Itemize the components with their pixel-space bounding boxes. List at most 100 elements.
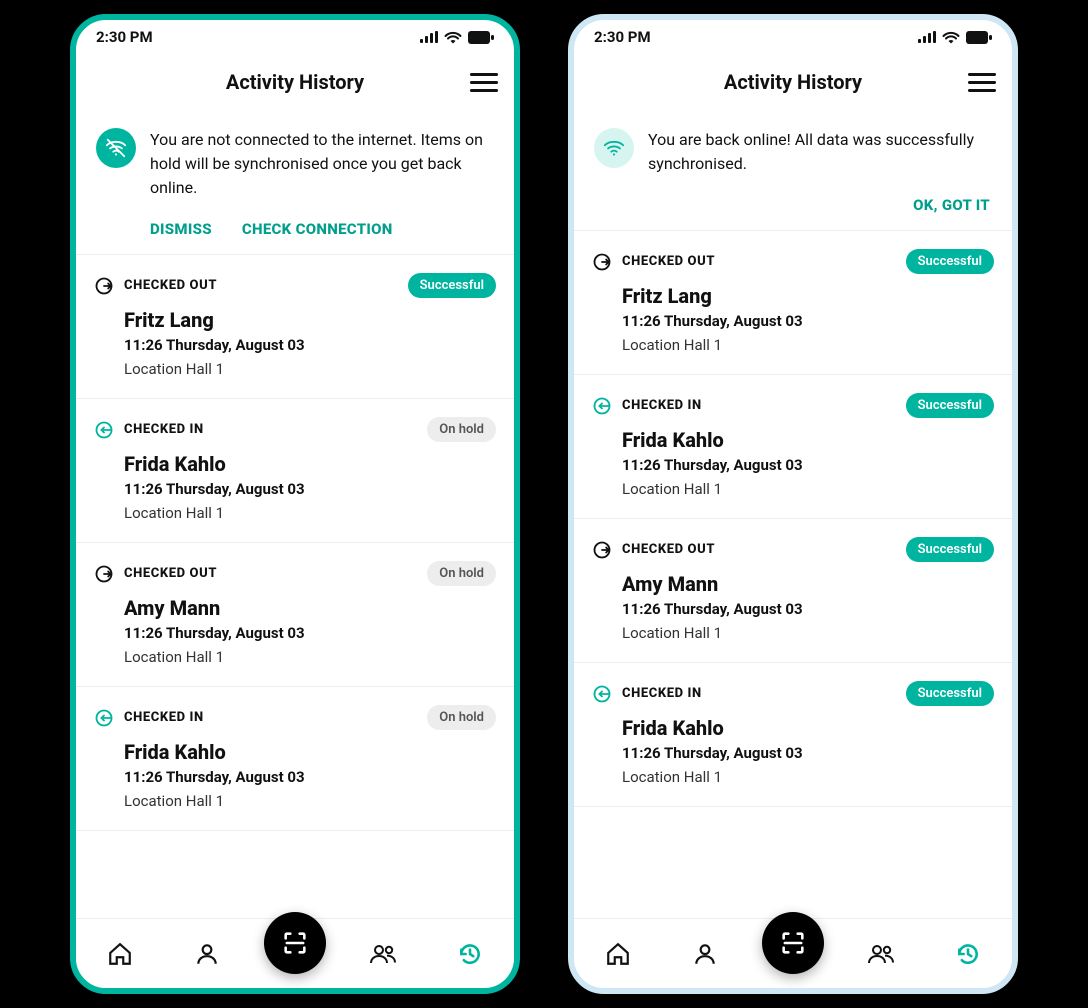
status-badge: Successful xyxy=(408,273,496,298)
nav-home[interactable] xyxy=(105,939,135,969)
battery-icon xyxy=(966,31,992,44)
nav-profile[interactable] xyxy=(192,939,222,969)
cellular-icon xyxy=(420,31,438,43)
activity-timestamp: 11:26 Thursday, August 03 xyxy=(124,624,496,642)
nav-history[interactable] xyxy=(455,939,485,969)
status-badge: Successful xyxy=(906,393,994,418)
offline-banner-text: You are not connected to the internet. I… xyxy=(150,128,494,200)
activity-direction-label: CHECKED OUT xyxy=(124,278,217,293)
page-title: Activity History xyxy=(724,70,862,94)
online-banner: You are back online! All data was succes… xyxy=(574,110,1012,231)
activity-direction-label: CHECKED IN xyxy=(622,398,702,413)
activity-person-name: Frida Kahlo xyxy=(622,428,994,452)
wifi-off-icon xyxy=(96,128,136,168)
activity-location: Location Hall 1 xyxy=(622,336,994,354)
activity-direction-label: CHECKED OUT xyxy=(124,566,217,581)
activity-timestamp: 11:26 Thursday, August 03 xyxy=(124,336,496,354)
checked-out-icon xyxy=(94,564,114,584)
activity-person-name: Frida Kahlo xyxy=(124,740,496,764)
offline-banner-actions: DISMISS CHECK CONNECTION xyxy=(96,214,494,240)
activity-person-name: Frida Kahlo xyxy=(622,716,994,740)
online-banner-text: You are back online! All data was succes… xyxy=(648,128,992,176)
app-header: Activity History xyxy=(574,54,1012,110)
activity-timestamp: 11:26 Thursday, August 03 xyxy=(124,768,496,786)
wifi-icon xyxy=(942,31,960,44)
activity-location: Location Hall 1 xyxy=(622,624,994,642)
activity-timestamp: 11:26 Thursday, August 03 xyxy=(622,600,994,618)
status-badge: Successful xyxy=(906,681,994,706)
nav-history[interactable] xyxy=(953,939,983,969)
status-badge: On hold xyxy=(427,561,496,586)
activity-item[interactable]: CHECKED OUT Successful Fritz Lang 11:26 Thu… xyxy=(76,255,514,399)
activity-direction-label: CHECKED OUT xyxy=(622,542,715,557)
activity-location: Location Hall 1 xyxy=(124,504,496,522)
status-time: 2:30 PM xyxy=(594,28,651,46)
dismiss-button[interactable]: DISMISS xyxy=(150,220,212,238)
activity-person-name: Amy Mann xyxy=(622,572,994,596)
status-indicators xyxy=(918,31,992,44)
check-connection-button[interactable]: CHECK CONNECTION xyxy=(242,220,393,238)
scan-fab[interactable] xyxy=(264,912,326,974)
checked-in-icon xyxy=(592,396,612,416)
wifi-on-icon xyxy=(594,128,634,168)
activity-timestamp: 11:26 Thursday, August 03 xyxy=(124,480,496,498)
activity-location: Location Hall 1 xyxy=(124,792,496,810)
nav-home[interactable] xyxy=(603,939,633,969)
activity-direction-label: CHECKED IN xyxy=(124,422,204,437)
status-badge: On hold xyxy=(427,417,496,442)
nav-people[interactable] xyxy=(866,939,896,969)
activity-list-offline[interactable]: CHECKED OUT Successful Fritz Lang 11:26 Thu… xyxy=(76,255,514,918)
checked-in-icon xyxy=(94,420,114,440)
activity-location: Location Hall 1 xyxy=(124,648,496,666)
activity-location: Location Hall 1 xyxy=(622,768,994,786)
wifi-icon xyxy=(444,31,462,44)
activity-timestamp: 11:26 Thursday, August 03 xyxy=(622,744,994,762)
menu-button[interactable] xyxy=(470,68,498,96)
activity-item[interactable]: CHECKED OUTSuccessfulFritz Lang11:26 Thu… xyxy=(574,231,1012,375)
page-title: Activity History xyxy=(226,70,364,94)
status-badge: Successful xyxy=(906,537,994,562)
activity-item[interactable]: CHECKED IN Successful Frida Kahlo 11:26 Thu… xyxy=(574,375,1012,519)
nav-profile[interactable] xyxy=(690,939,720,969)
status-bar: 2:30 PM xyxy=(76,20,514,54)
cellular-icon xyxy=(918,31,936,43)
scan-fab[interactable] xyxy=(762,912,824,974)
app-header: Activity History xyxy=(76,54,514,110)
activity-person-name: Frida Kahlo xyxy=(124,452,496,476)
checked-in-icon xyxy=(592,684,612,704)
activity-direction-label: CHECKED IN xyxy=(124,710,204,725)
menu-button[interactable] xyxy=(968,68,996,96)
activity-location: Location Hall 1 xyxy=(622,480,994,498)
checked-out-icon xyxy=(592,540,612,560)
activity-person-name: Fritz Lang xyxy=(124,308,496,332)
phone-online: 2:30 PM Activity History You are back on… xyxy=(568,14,1018,994)
activity-direction-label: CHECKED IN xyxy=(622,686,702,701)
activity-item[interactable]: CHECKED OUT On hold Amy Mann 11:26 Thursday… xyxy=(76,543,514,687)
phone-offline: 2:30 PM Activity History You are not con… xyxy=(70,14,520,994)
offline-banner: You are not connected to the internet. I… xyxy=(76,110,514,255)
activity-direction-label: CHECKED OUT xyxy=(622,254,715,269)
online-banner-actions: OK, GOT IT xyxy=(594,190,992,216)
activity-timestamp: 11:26 Thursday, August 03 xyxy=(622,312,994,330)
checked-in-icon xyxy=(94,708,114,728)
battery-icon xyxy=(468,31,494,44)
bottom-nav xyxy=(76,918,514,988)
activity-timestamp: 11:26 Thursday, August 03 xyxy=(622,456,994,474)
status-indicators xyxy=(420,31,494,44)
checked-out-icon xyxy=(94,276,114,296)
activity-person-name: Amy Mann xyxy=(124,596,496,620)
nav-people[interactable] xyxy=(368,939,398,969)
activity-item[interactable]: CHECKED OUT Successful Amy Mann 11:26 Thurs… xyxy=(574,519,1012,663)
status-time: 2:30 PM xyxy=(96,28,153,46)
activity-item[interactable]: CHECKED IN On hold Frida Kahlo 11:26 Thursd… xyxy=(76,687,514,831)
status-badge: On hold xyxy=(427,705,496,730)
activity-item[interactable]: CHECKED IN Successful Frida Kahlo 11:26 Thu… xyxy=(574,663,1012,807)
checked-out-icon xyxy=(592,252,612,272)
bottom-nav xyxy=(574,918,1012,988)
status-bar: 2:30 PM xyxy=(574,20,1012,54)
ok-got-it-button[interactable]: OK, GOT IT xyxy=(913,196,990,214)
activity-person-name: Fritz Lang xyxy=(622,284,994,308)
activity-location: Location Hall 1 xyxy=(124,360,496,378)
activity-list-online[interactable]: CHECKED OUT Successful Fritz Lang 11:26 Thu… xyxy=(574,231,1012,918)
activity-item[interactable]: CHECKED IN On hold Frida Kahlo 11:26 Thursd… xyxy=(76,399,514,543)
